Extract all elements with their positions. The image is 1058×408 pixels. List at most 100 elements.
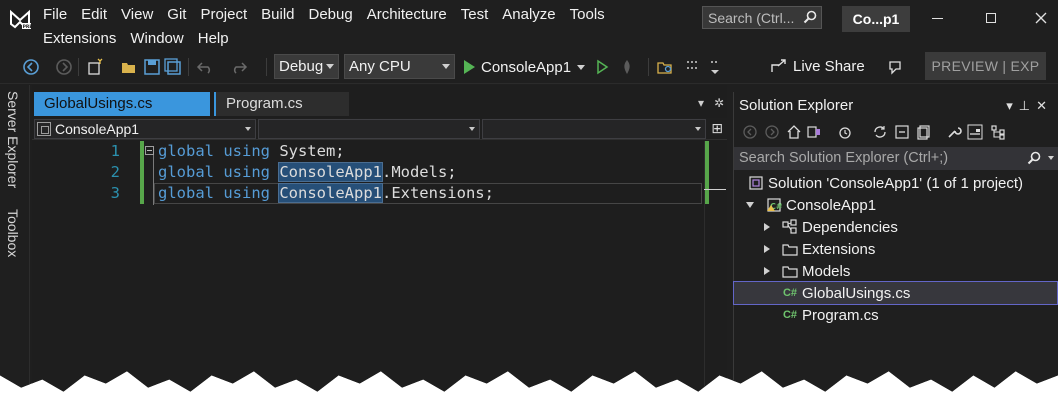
open-folder-icon[interactable] [120,58,138,76]
visual-studio-logo-icon[interactable]: PRE [8,6,32,30]
menu-debug[interactable]: Debug [302,4,360,25]
keyword: global using [158,142,270,160]
type-scope-dropdown[interactable] [258,119,480,139]
toolbar-separator [188,58,189,76]
home-icon[interactable] [786,124,802,140]
menu-tools[interactable]: Tools [563,4,612,25]
menu-help[interactable]: Help [191,28,236,49]
solution-explorer-header: Solution Explorer ▾⊥✕ [734,94,1058,118]
find-in-files-icon[interactable] [656,58,674,76]
highlighted-identifier: ConsoleApp1 [278,183,383,203]
pin-icon[interactable]: ⊥ [1019,98,1036,113]
maximize-button[interactable] [978,6,1004,30]
menu-build[interactable]: Build [254,4,301,25]
collapse-all-icon[interactable] [894,124,910,140]
platform-dropdown[interactable]: Any CPU [344,54,455,79]
tree-item-label: Extensions [802,240,876,258]
settings-gear-icon[interactable]: ✲ [714,96,724,110]
menu-analyze[interactable]: Analyze [495,4,562,25]
menu-architecture[interactable]: Architecture [360,4,454,25]
code-view[interactable]: 1 global using System; 2 global using Co… [32,141,727,392]
toolbar-separator [266,58,267,76]
navigate-forward-icon[interactable] [55,58,73,76]
tab-label: GlobalUsings.cs [44,95,153,112]
tab-program[interactable]: Program.cs [214,92,349,116]
navigation-bar: ConsoleApp1 ⊞ [32,118,727,140]
collapsed-arrow-icon[interactable] [764,267,770,275]
forward-icon[interactable] [764,124,780,140]
csharp-file-icon: C# [782,309,798,321]
server-explorer-tab[interactable]: Server Explorer [5,91,21,188]
hot-reload-icon[interactable] [618,58,636,76]
navigate-back-icon[interactable] [22,58,40,76]
show-all-files-icon[interactable] [916,124,932,140]
tree-item-project[interactable]: C# ConsoleApp1 [734,194,1057,216]
save-icon[interactable] [143,58,161,76]
class-view-icon[interactable] [990,124,1006,140]
tab-list-dropdown-icon[interactable]: ▾ [698,96,704,110]
global-search-input[interactable]: Search (Ctrl... [702,6,822,29]
live-share-icon [771,59,786,72]
toolbox-tab[interactable]: Toolbox [5,209,21,257]
properties-wrench-icon[interactable] [946,124,962,140]
menu-project[interactable]: Project [193,4,254,25]
run-target-label: ConsoleApp1 [481,58,572,76]
sync-icon[interactable] [872,124,888,140]
search-options-chevron-icon[interactable] [1048,156,1054,160]
tree-item-globalusings[interactable]: C# GlobalUsings.cs [733,281,1058,305]
menu-extensions[interactable]: Extensions [36,28,123,49]
tree-item-models-folder[interactable]: Models [734,260,1057,282]
live-share-button[interactable]: Live Share [770,57,865,75]
tree-item-solution[interactable]: Solution 'ConsoleApp1' (1 of 1 project) [734,172,1057,194]
folder-icon [782,266,798,278]
menu-file[interactable]: File [36,4,74,25]
code-line-3[interactable]: 3 global using ConsoleApp1.Extensions; [32,183,727,204]
expanded-arrow-icon[interactable] [746,202,754,208]
menu-window[interactable]: Window [123,28,190,49]
code-line-1[interactable]: 1 global using System; [32,141,727,162]
solution-name-chip[interactable]: Co...p1 [842,6,910,32]
close-icon [1035,12,1047,24]
save-all-icon[interactable] [164,58,182,76]
tree-item-label: Program.cs [802,306,879,324]
start-without-debugging-icon[interactable] [593,58,611,76]
start-debugging-button[interactable]: ConsoleApp1 [462,55,586,79]
collapsed-arrow-icon[interactable] [764,223,770,231]
preview-selected-items-icon[interactable] [967,124,983,140]
close-button[interactable] [1028,6,1054,30]
collapse-region-icon[interactable] [145,146,154,155]
tree-item-extensions-folder[interactable]: Extensions [734,238,1057,260]
pending-changes-filter-icon[interactable] [837,124,853,140]
minimize-button[interactable] [924,6,950,30]
window-position-icon[interactable]: ▾ [1006,98,1019,113]
tab-globalusings[interactable]: GlobalUsings.cs [34,92,210,116]
solution-search-input[interactable]: Search Solution Explorer (Ctrl+;) [734,147,1058,170]
back-icon[interactable] [742,124,758,140]
member-scope-dropdown[interactable] [482,119,706,139]
new-project-icon[interactable] [86,58,104,76]
platform-value: Any CPU [349,58,411,75]
tree-item-dependencies[interactable]: Dependencies [734,216,1057,238]
tree-item-program[interactable]: C# Program.cs [734,304,1057,326]
menu-edit[interactable]: Edit [74,4,114,25]
redo-icon[interactable] [230,58,248,76]
collapsed-arrow-icon[interactable] [764,245,770,253]
switch-views-icon[interactable] [806,124,822,140]
code-rest: System; [269,142,345,160]
menu-test[interactable]: Test [454,4,496,25]
undo-icon[interactable] [196,58,214,76]
split-window-icon[interactable]: ⊞ [711,120,723,137]
close-panel-icon[interactable]: ✕ [1036,98,1053,113]
configuration-dropdown[interactable]: Debug [274,54,339,79]
feedback-icon[interactable] [886,58,904,76]
toolbar-options-icon[interactable] [684,58,702,76]
chevron-down-icon [469,127,475,131]
code-line-2[interactable]: 2 global using ConsoleApp1.Models; [32,162,727,183]
menu-view[interactable]: View [114,4,160,25]
tree-item-label: Solution 'ConsoleApp1' (1 of 1 project) [768,174,1024,192]
overflow-chevron-icon[interactable] [706,58,724,76]
configuration-value: Debug [279,58,324,75]
preview-badge-button[interactable]: PREVIEW | EXP [925,52,1046,80]
menu-git[interactable]: Git [160,4,193,25]
project-scope-dropdown[interactable]: ConsoleApp1 [34,119,256,139]
